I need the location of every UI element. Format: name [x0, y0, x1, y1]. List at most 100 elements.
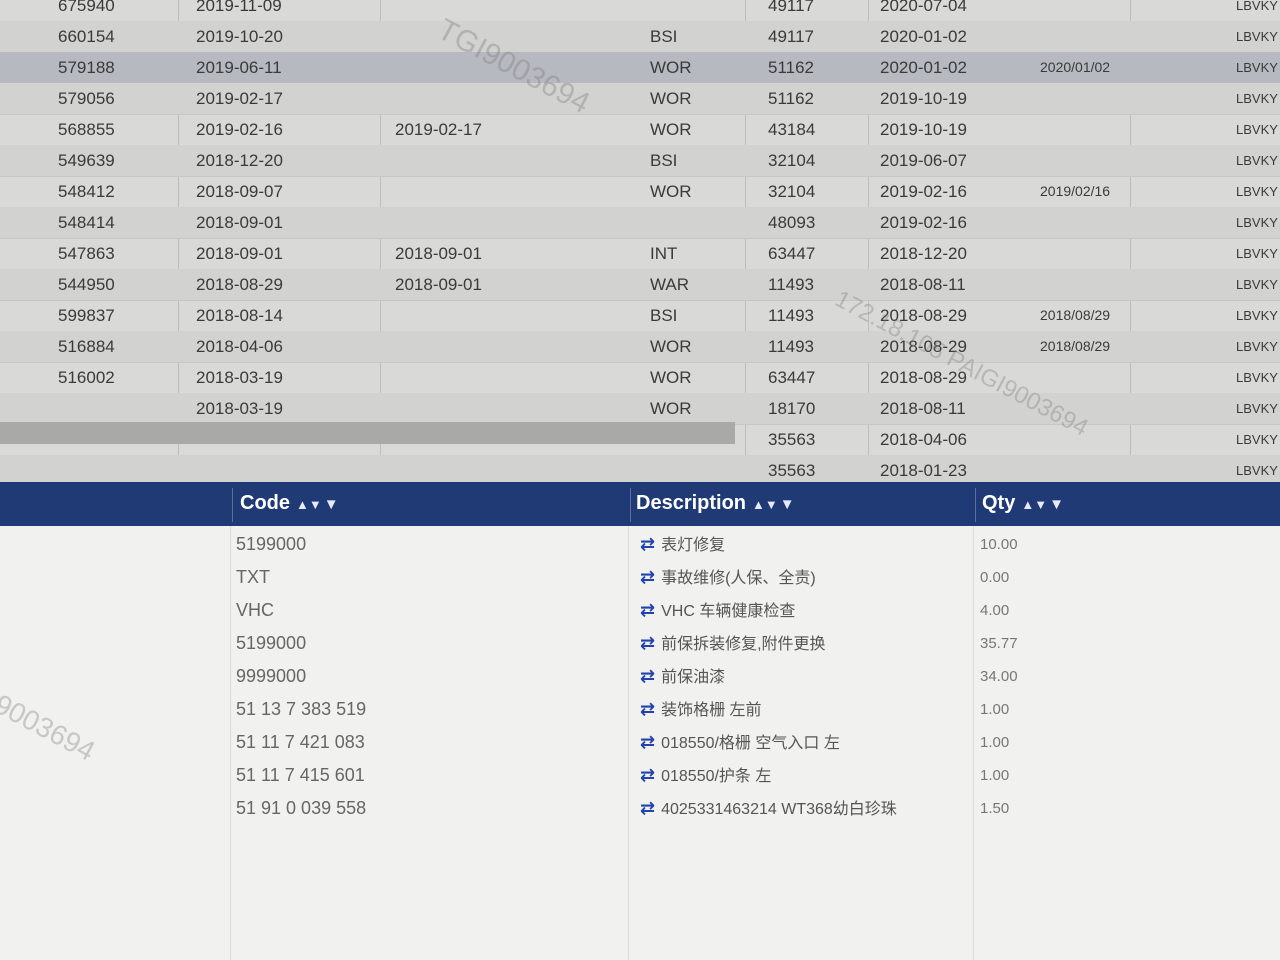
cell-id: 549639 — [58, 151, 115, 170]
cell-code: 9999000 — [236, 666, 307, 686]
cell-date: 2018-04-06 — [196, 337, 283, 356]
cell-code: TXT — [236, 567, 270, 587]
cell-num: 63447 — [768, 368, 816, 387]
filter-icon[interactable]: ▼ — [324, 496, 339, 513]
cell-vin: LBVKY — [1236, 277, 1278, 292]
cell-code: 51 13 7 383 519 — [236, 699, 367, 719]
sort-icon[interactable]: ▲▼ — [1021, 497, 1047, 512]
cell-code: 5199000 — [236, 633, 307, 653]
filter-icon[interactable]: ▼ — [1049, 496, 1064, 513]
table-row[interactable]: 579056 2019-02-17 WOR 51162 2019-10-19 LBVKY — [0, 83, 1280, 115]
swap-arrows-icon[interactable]: ⇄ — [640, 666, 655, 686]
swap-arrows-icon[interactable]: ⇄ — [640, 534, 655, 554]
cell-id: 547863 — [58, 244, 115, 263]
table-row[interactable]: 568855 2019-02-16 2019-02-17 WOR 43184 2019-1… — [0, 114, 1280, 146]
cell-num: 51162 — [768, 58, 815, 77]
cell-date3: 2018-12-20 — [880, 244, 967, 263]
column-header-label: Qty — [982, 492, 1016, 514]
table-row[interactable]: 544950 2018-08-29 2018-09-01 WAR 11493 2018-0… — [0, 269, 1280, 301]
horizontal-scrollbar[interactable] — [0, 422, 735, 444]
swap-arrows-icon[interactable]: ⇄ — [640, 765, 655, 785]
table-row[interactable]: 516002 2018-03-19 WOR 63447 2018-08-29 LBVKY — [0, 362, 1280, 394]
column-header-description[interactable]: Description ▲▼ ▼ — [636, 492, 795, 515]
sort-icon[interactable]: ▲▼ — [296, 497, 322, 512]
table-row[interactable]: 547863 2018-09-01 2018-09-01 INT 63447 2018-1… — [0, 238, 1280, 270]
description-text: 前保拆装修复,附件更换 — [661, 636, 826, 653]
filter-icon[interactable]: ▼ — [780, 496, 795, 513]
cell-num: 51162 — [768, 89, 815, 108]
table-row[interactable]: 579188 2019-06-11 WOR 51162 2020-01-02 2020/0… — [0, 52, 1280, 84]
cell-description: ⇄ 018550/格栅 空气入口 左 — [640, 726, 840, 760]
swap-arrows-icon[interactable]: ⇄ — [640, 732, 655, 752]
parts-row[interactable]: 51 11 7 415 601 ⇄ 018550/护条 左 1.00 — [0, 759, 1280, 792]
table-row[interactable]: 516884 2018-04-06 WOR 11493 2018-08-29 2018/0… — [0, 331, 1280, 363]
cell-id: 579188 — [58, 58, 115, 77]
swap-arrows-icon[interactable]: ⇄ — [640, 633, 655, 653]
description-text: VHC 车辆健康检查 — [661, 603, 796, 620]
cell-vin: LBVKY — [1236, 122, 1278, 137]
sort-icon[interactable]: ▲▼ — [752, 497, 778, 512]
cell-date4: 2018/08/29 — [1040, 307, 1111, 323]
description-text: 前保油漆 — [661, 669, 726, 686]
cell-type: BSI — [650, 27, 678, 46]
description-text: 装饰格栅 左前 — [661, 702, 762, 719]
cell-description: ⇄ 4025331463214 WT368幼白珍珠 — [640, 792, 897, 826]
cell-date: 2018-08-14 — [196, 306, 283, 325]
cell-id: 599837 — [58, 306, 115, 325]
table-row[interactable]: 675940 2019-11-09 49117 2020-07-04 LBVKY — [0, 0, 1280, 22]
cell-date: 2018-08-29 — [196, 275, 283, 294]
parts-row[interactable]: TXT ⇄ 事故维修(人保、全责) 0.00 — [0, 561, 1280, 594]
parts-row[interactable]: 51 13 7 383 519 ⇄ 装饰格栅 左前 1.00 — [0, 693, 1280, 726]
cell-qty: 4.00 — [980, 602, 1010, 619]
table-row[interactable]: 2018-03-19 WOR 18170 2018-08-11 LBVKY — [0, 393, 1280, 425]
parts-row[interactable]: 51 11 7 421 083 ⇄ 018550/格栅 空气入口 左 1.00 — [0, 726, 1280, 759]
column-header-label: Description — [636, 492, 747, 514]
cell-description: ⇄ 前保拆装修复,附件更换 — [640, 627, 826, 661]
table-row[interactable]: 548414 2018-09-01 48093 2019-02-16 LBVKY — [0, 207, 1280, 239]
cell-date3: 2019-02-16 — [880, 182, 967, 201]
description-text: 018550/格栅 空气入口 左 — [661, 735, 840, 752]
cell-date: 2018-12-20 — [196, 151, 283, 170]
table-row[interactable]: 548412 2018-09-07 WOR 32104 2019-02-16 2019/0… — [0, 176, 1280, 208]
cell-date3: 2018-08-29 — [880, 368, 967, 387]
swap-arrows-icon[interactable]: ⇄ — [640, 699, 655, 719]
column-header-qty[interactable]: Qty ▲▼ ▼ — [982, 492, 1064, 515]
cell-id: 579056 — [58, 89, 115, 108]
cell-description: ⇄ VHC 车辆健康检查 — [640, 594, 795, 628]
cell-num: 35563 — [768, 430, 816, 449]
cell-vin: LBVKY — [1236, 153, 1278, 168]
header-divider — [975, 488, 976, 522]
parts-row[interactable]: 51 91 0 039 558 ⇄ 4025331463214 WT368幼白珍珠 1… — [0, 792, 1280, 825]
parts-row[interactable]: VHC ⇄ VHC 车辆健康检查 4.00 — [0, 594, 1280, 627]
cell-date: 2018-09-07 — [196, 182, 283, 201]
cell-qty: 10.00 — [980, 536, 1018, 553]
table-row[interactable]: 549639 2018-12-20 BSI 32104 2019-06-07 LBVKY — [0, 145, 1280, 177]
parts-row[interactable]: 5199000 ⇄ 表灯修复 10.00 — [0, 528, 1280, 561]
cell-num: 49117 — [768, 0, 815, 15]
swap-arrows-icon[interactable]: ⇄ — [640, 600, 655, 620]
cell-num: 32104 — [768, 151, 816, 170]
cell-date3: 2018-08-11 — [880, 275, 966, 294]
parts-row[interactable]: 5199000 ⇄ 前保拆装修复,附件更换 35.77 — [0, 627, 1280, 660]
cell-type: WOR — [650, 89, 692, 108]
header-divider — [630, 488, 631, 522]
cell-type: INT — [650, 244, 678, 263]
cell-vin: LBVKY — [1236, 246, 1278, 261]
column-header-code[interactable]: Code ▲▼ ▼ — [240, 492, 339, 515]
cell-id: 548414 — [58, 213, 115, 232]
description-text: 018550/护条 左 — [661, 768, 772, 785]
cell-num: 43184 — [768, 120, 816, 139]
cell-code: 51 11 7 421 083 — [236, 732, 365, 752]
swap-arrows-icon[interactable]: ⇄ — [640, 798, 655, 818]
parts-row[interactable]: 9999000 ⇄ 前保油漆 34.00 — [0, 660, 1280, 693]
table-row[interactable]: 660154 2019-10-20 BSI 49117 2020-01-02 LBVKY — [0, 21, 1280, 53]
cell-description: ⇄ 装饰格栅 左前 — [640, 693, 762, 727]
cell-qty: 34.00 — [980, 668, 1018, 685]
swap-arrows-icon[interactable]: ⇄ — [640, 567, 655, 587]
cell-code: 51 91 0 039 558 — [236, 798, 367, 818]
cell-qty: 1.00 — [980, 701, 1010, 718]
cell-code: 51 11 7 415 601 — [236, 765, 365, 785]
table-row[interactable]: 599837 2018-08-14 BSI 11493 2018-08-29 2018/0… — [0, 300, 1280, 332]
table-row[interactable]: 35563 2018-01-23 LBVKY — [0, 455, 1280, 482]
cell-type: WOR — [650, 58, 692, 77]
